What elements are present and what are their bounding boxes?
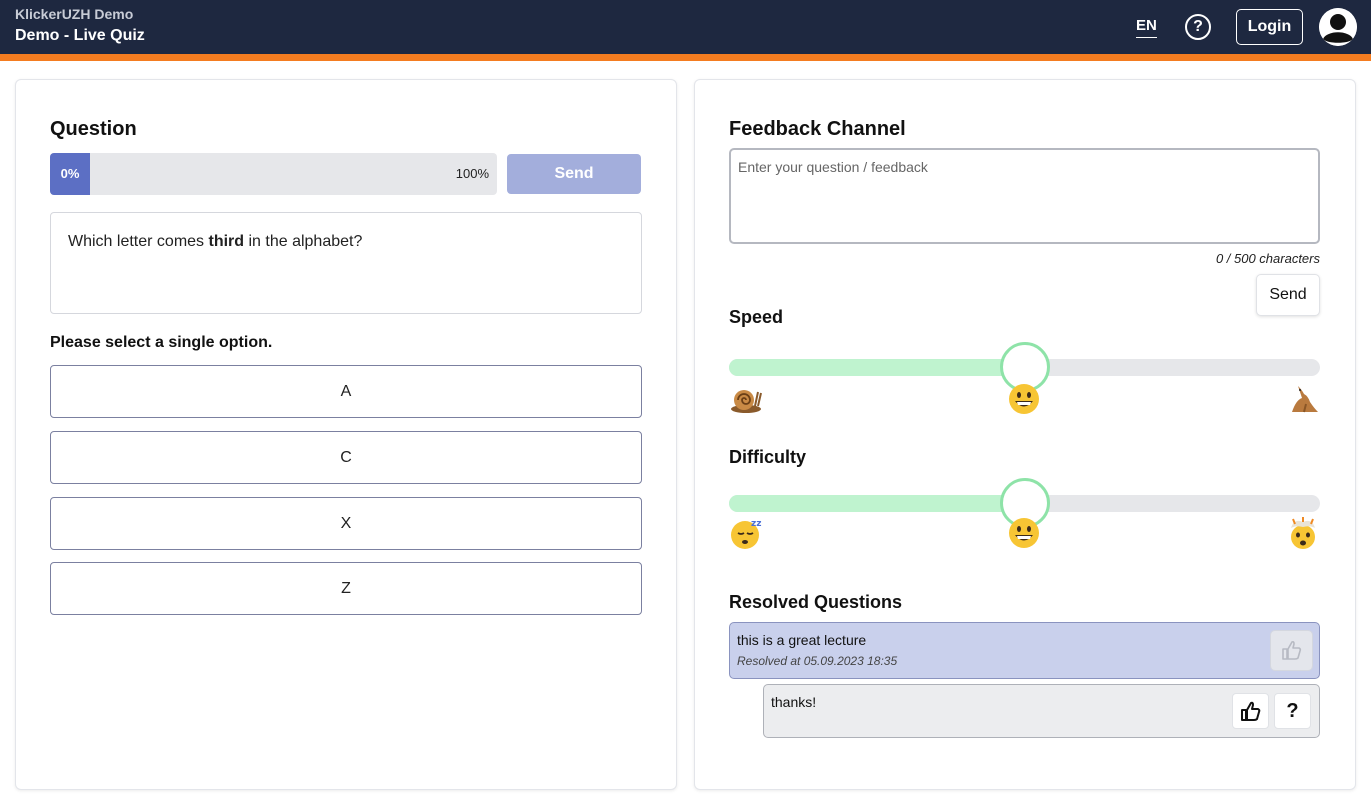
submit-answer-button[interactable]: Send xyxy=(507,154,641,194)
sleeping-face-icon: zz xyxy=(731,519,761,549)
language-selector[interactable]: EN xyxy=(1136,17,1157,38)
response-item: thanks! ? xyxy=(763,684,1320,738)
grinning-face-icon xyxy=(1009,384,1039,414)
question-text-end: in the alphabet? xyxy=(244,233,363,250)
page-title: Demo - Live Quiz xyxy=(15,27,145,44)
resolved-question-text: this is a great lecture xyxy=(737,632,867,648)
answer-option-x[interactable]: X xyxy=(50,497,642,550)
speed-slider[interactable] xyxy=(729,342,1320,392)
feedback-input[interactable] xyxy=(729,148,1320,244)
answer-instruction: Please select a single option. xyxy=(50,334,273,351)
resolved-questions-title: Resolved Questions xyxy=(729,592,903,612)
resolved-question-item: this is a great lecture Resolved at 05.0… xyxy=(729,622,1320,679)
thumbs-up-icon xyxy=(1282,640,1302,660)
resolved-timestamp: Resolved at 05.09.2023 18:35 xyxy=(737,654,898,668)
response-upvote-button[interactable] xyxy=(1232,693,1269,729)
progress-max-label: 100% xyxy=(455,166,489,181)
speed-label: Speed xyxy=(729,307,784,327)
character-count: 0 / 500 characters xyxy=(1215,251,1320,266)
header-accent-strip xyxy=(0,54,1371,61)
grinning-face-icon xyxy=(1009,518,1039,548)
response-text: thanks! xyxy=(771,694,817,710)
difficulty-label: Difficulty xyxy=(729,447,807,467)
top-navbar: KlickerUZH Demo Demo - Live Quiz EN ? Lo… xyxy=(0,0,1371,54)
question-text-bold: third xyxy=(208,233,245,250)
send-feedback-button[interactable]: Send xyxy=(1256,274,1320,316)
upvote-button[interactable] xyxy=(1270,630,1313,671)
response-question-button[interactable]: ? xyxy=(1274,693,1311,729)
exploding-head-icon xyxy=(1291,517,1315,549)
login-button[interactable]: Login xyxy=(1236,9,1303,45)
progress-fill: 0% xyxy=(50,153,90,195)
difficulty-slider-fill xyxy=(729,495,1025,512)
difficulty-slider[interactable] xyxy=(729,478,1320,528)
question-text-start: Which letter comes xyxy=(68,233,209,250)
app-name: KlickerUZH Demo xyxy=(15,6,134,22)
help-icon[interactable]: ? xyxy=(1185,14,1211,40)
speed-slider-fill xyxy=(729,359,1025,376)
snail-icon xyxy=(731,390,762,413)
timer-progress-bar: 0% 100% xyxy=(50,153,497,195)
kangaroo-icon xyxy=(1292,386,1318,413)
user-avatar-icon[interactable] xyxy=(1319,8,1357,46)
thumbs-up-icon xyxy=(1241,701,1261,721)
feedback-title: Feedback Channel xyxy=(729,118,906,140)
answer-option-a[interactable]: A xyxy=(50,365,642,418)
svg-text:zz: zz xyxy=(751,519,761,529)
answer-option-c[interactable]: C xyxy=(50,431,642,484)
question-text: Which letter comes third in the alphabet… xyxy=(50,212,642,314)
question-title: Question xyxy=(50,118,137,140)
answer-option-z[interactable]: Z xyxy=(50,562,642,615)
